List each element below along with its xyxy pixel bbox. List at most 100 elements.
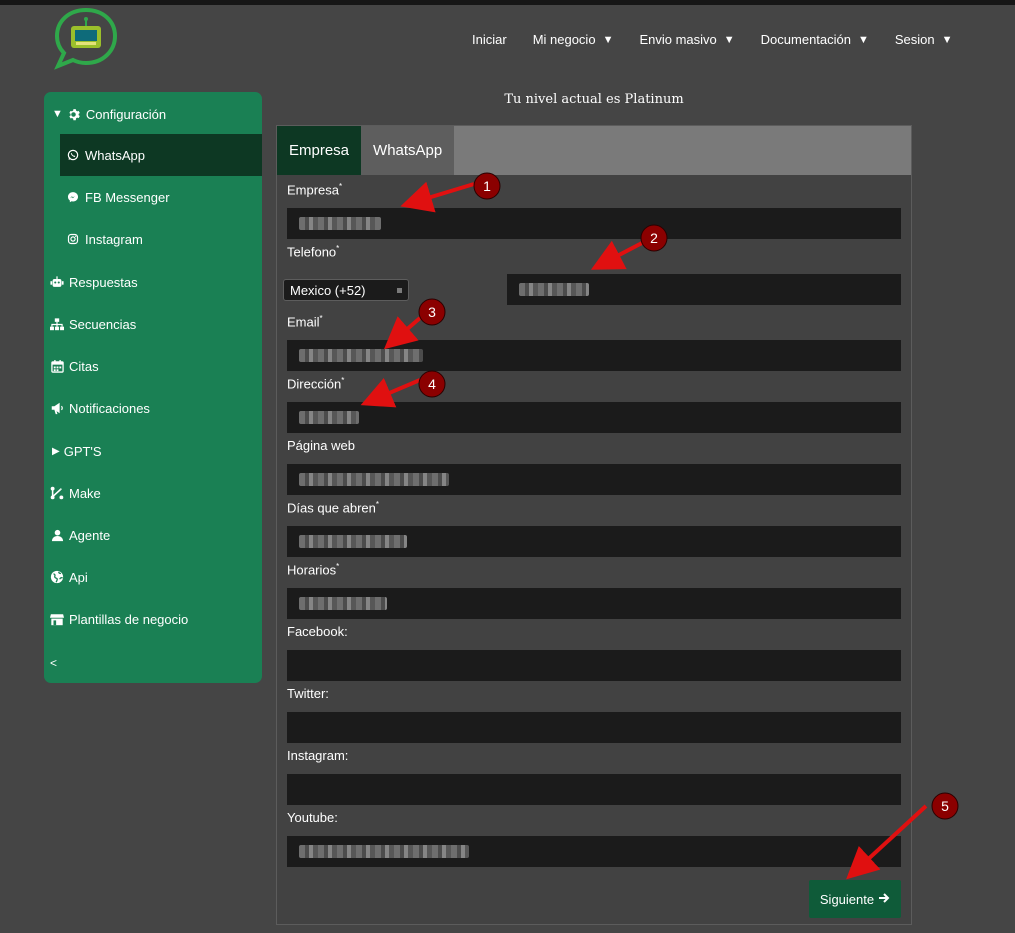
- nav-iniciar-label: Iniciar: [472, 32, 507, 47]
- nav-envio-masivo[interactable]: Envio masivo ▼: [639, 32, 734, 47]
- triangle-right-icon: ▶: [52, 445, 60, 457]
- sitemap-icon: [50, 317, 64, 331]
- email-label-text: Email: [287, 314, 320, 330]
- sidebar-item-whatsapp-label: WhatsApp: [85, 147, 145, 163]
- sidebar-item-plantillas-label: Plantillas de negocio: [69, 611, 189, 627]
- nav-documentacion[interactable]: Documentación ▼: [761, 32, 869, 47]
- sidebar-collapse-label: <: [50, 656, 58, 670]
- dias-input[interactable]: [287, 526, 901, 557]
- sidebar-item-api-label: Api: [69, 569, 88, 585]
- tab-whatsapp[interactable]: WhatsApp: [361, 126, 455, 175]
- bot-logo-icon[interactable]: [52, 6, 120, 70]
- sidebar-item-secuencias[interactable]: Secuencias: [44, 314, 262, 334]
- telefono-input[interactable]: [507, 274, 901, 305]
- direccion-input[interactable]: [287, 402, 901, 433]
- redacted-value: [299, 473, 449, 486]
- pagina-web-input[interactable]: [287, 464, 901, 495]
- sidebar-item-citas-label: Citas: [69, 358, 99, 374]
- sidebar-item-gpts[interactable]: ▶ GPT'S: [44, 441, 262, 461]
- top-border: [0, 0, 1015, 5]
- redacted-value: [299, 845, 469, 858]
- sidebar-item-secuencias-label: Secuencias: [69, 316, 137, 332]
- sidebar-item-agente-label: Agente: [69, 527, 111, 543]
- siguiente-label: Siguiente: [819, 891, 875, 907]
- direccion-label: Dirección*: [287, 376, 344, 391]
- empresa-label: Empresa*: [287, 182, 342, 197]
- nav-documentacion-label: Documentación: [760, 32, 851, 47]
- sidebar-item-instagram[interactable]: Instagram: [60, 218, 262, 260]
- sidebar-item-configuracion[interactable]: ▼ Configuración: [44, 104, 262, 124]
- triangle-down-icon: ▼: [52, 108, 63, 120]
- annotation-number-5: 5: [941, 798, 949, 814]
- pagina-web-label: Página web: [287, 438, 355, 453]
- sidebar-item-whatsapp[interactable]: WhatsApp: [60, 134, 262, 176]
- youtube-label: Youtube:: [287, 810, 338, 825]
- nav-sesion[interactable]: Sesion ▼: [895, 32, 953, 47]
- nav-iniciar[interactable]: Iniciar: [472, 32, 507, 47]
- caret-down-icon: ▼: [602, 33, 614, 46]
- nav-envio-masivo-label: Envio masivo: [639, 32, 717, 47]
- gear-icon: [67, 107, 81, 121]
- required-mark: *: [336, 562, 340, 571]
- dias-label: Días que abren*: [287, 500, 379, 515]
- horarios-label: Horarios*: [287, 562, 339, 577]
- dias-label-text: Días que abren: [287, 500, 376, 516]
- sidebar-item-notificaciones[interactable]: Notificaciones: [44, 398, 262, 418]
- annotation-badge-5: 5: [931, 792, 959, 820]
- sidebar-item-configuracion-label: Configuración: [85, 106, 167, 122]
- twitter-input[interactable]: [287, 712, 901, 743]
- sidebar-item-gpts-label: GPT'S: [63, 443, 102, 459]
- instagram-icon: [66, 232, 80, 246]
- select-arrow-icon: [397, 288, 402, 293]
- user-icon: [50, 528, 64, 542]
- sidebar-item-plantillas[interactable]: Plantillas de negocio: [44, 609, 262, 629]
- youtube-input[interactable]: [287, 836, 901, 867]
- nav-mi-negocio-label: Mi negocio: [532, 32, 596, 47]
- instagram-input[interactable]: [287, 774, 901, 805]
- twitter-label: Twitter:: [287, 686, 329, 701]
- sidebar-item-make[interactable]: Make: [44, 483, 262, 503]
- email-input[interactable]: [287, 340, 901, 371]
- horarios-input[interactable]: [287, 588, 901, 619]
- nav-mi-negocio[interactable]: Mi negocio ▼: [533, 32, 614, 47]
- globe-icon: [50, 570, 64, 584]
- sidebar-item-citas[interactable]: Citas: [44, 356, 262, 376]
- level-text: Tu nivel actual es Platinum: [504, 92, 684, 107]
- calendar-icon: [50, 359, 64, 373]
- sidebar-item-instagram-label: Instagram: [85, 231, 143, 247]
- sidebar-item-fb-messenger-label: FB Messenger: [85, 189, 170, 205]
- redacted-value: [299, 535, 407, 548]
- sidebar-item-respuestas[interactable]: Respuestas: [44, 272, 262, 292]
- facebook-label: Facebook:: [287, 624, 348, 639]
- required-mark: *: [341, 376, 345, 385]
- sidebar-collapse-button[interactable]: <: [44, 653, 262, 673]
- telefono-label-text: Telefono: [287, 244, 337, 260]
- email-label: Email*: [287, 314, 323, 329]
- messenger-icon: [66, 190, 80, 204]
- redacted-value: [299, 411, 359, 424]
- sidebar-item-fb-messenger[interactable]: FB Messenger: [60, 176, 262, 218]
- form-panel: Empresa WhatsApp Empresa* Telefono* Mexi…: [276, 125, 912, 925]
- tab-empresa[interactable]: Empresa: [277, 126, 362, 175]
- empresa-input[interactable]: [287, 208, 901, 239]
- caret-down-icon: ▼: [941, 33, 953, 46]
- sidebar-item-api[interactable]: Api: [44, 567, 262, 587]
- sidebar-item-agente[interactable]: Agente: [44, 525, 262, 545]
- country-code-value: Mexico (+52): [290, 282, 366, 298]
- required-mark: *: [336, 244, 340, 253]
- siguiente-button[interactable]: Siguiente: [809, 880, 901, 918]
- arrow-right-icon: [878, 892, 890, 907]
- branch-icon: [50, 486, 64, 500]
- horarios-label-text: Horarios: [287, 562, 337, 578]
- country-code-select[interactable]: Mexico (+52): [283, 279, 409, 301]
- store-icon: [50, 612, 64, 626]
- redacted-value: [519, 283, 589, 296]
- whatsapp-icon: [66, 148, 80, 162]
- redacted-value: [299, 349, 423, 362]
- megaphone-icon: [50, 401, 64, 415]
- telefono-label: Telefono*: [287, 244, 339, 259]
- caret-down-icon: ▼: [723, 33, 735, 46]
- robot-icon: [50, 275, 64, 289]
- facebook-input[interactable]: [287, 650, 901, 681]
- required-mark: *: [319, 314, 323, 323]
